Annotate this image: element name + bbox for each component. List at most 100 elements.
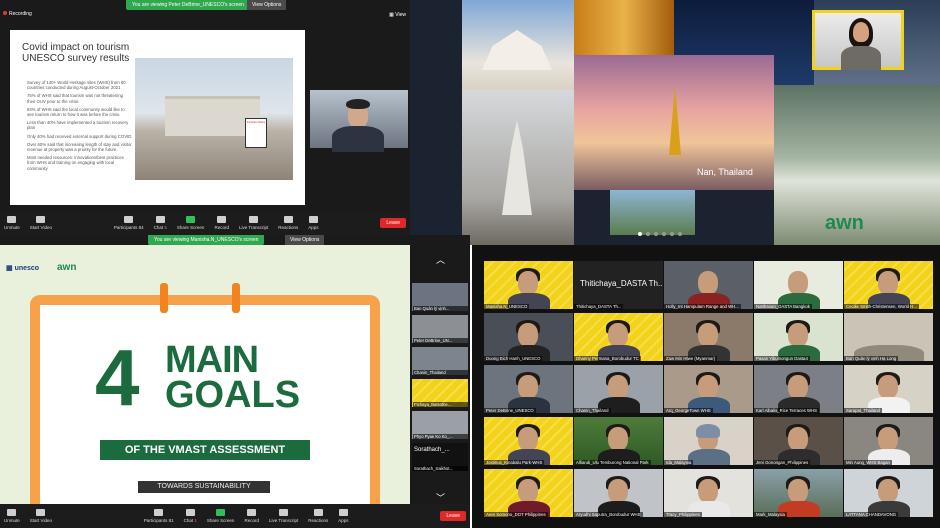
participant-thumb[interactable]: Peter DeBrine_UN... bbox=[412, 315, 468, 343]
share-screen-button[interactable]: Share Screen bbox=[177, 216, 204, 230]
live-transcript-button[interactable]: Live Transcript bbox=[239, 216, 268, 230]
participant-tile[interactable]: Chanin_Thailand bbox=[574, 365, 663, 413]
carousel-dot[interactable] bbox=[670, 232, 674, 236]
participant-tile[interactable]: Min Aung_WHS Bagan bbox=[844, 417, 933, 465]
slide-bullet: Most needed resources: innovations/best … bbox=[27, 155, 124, 171]
participant-thumb[interactable]: Chanin_Thailand bbox=[412, 347, 468, 375]
record-button[interactable]: Record bbox=[244, 509, 259, 523]
unmute-button[interactable]: Unmute bbox=[4, 509, 20, 523]
apps-button[interactable]: Apps bbox=[308, 216, 319, 230]
carousel-dot[interactable] bbox=[638, 232, 642, 236]
participant-tile[interactable]: Ban Quản lý vịnh Hạ Long bbox=[844, 313, 933, 361]
chevron-down-icon[interactable]: ﹀ bbox=[436, 491, 445, 504]
participant-tile[interactable]: Dhanny Permana_Borobudur TC bbox=[574, 313, 663, 361]
start-video-label: Start Video bbox=[29, 518, 52, 523]
reactions-button[interactable]: Reactions bbox=[278, 216, 298, 230]
carousel-dot[interactable] bbox=[662, 232, 666, 236]
participant-tile[interactable]: LATTANA CHANDAVONG bbox=[844, 469, 933, 517]
carousel-dot[interactable] bbox=[678, 232, 682, 236]
participant-tile[interactable]: Pasan Yibulnongun Dasta4 bbox=[754, 313, 843, 361]
participant-name: Sarapat_Thailand bbox=[844, 408, 882, 413]
chat-button[interactable]: Chat 1 bbox=[184, 509, 197, 523]
leave-button[interactable]: Leave bbox=[440, 511, 467, 521]
record-button[interactable]: Record bbox=[214, 216, 229, 230]
slide-photo: Important Notice bbox=[135, 58, 293, 180]
participant-name: Holly_Int Hampulam Range and WH... bbox=[664, 304, 741, 309]
recording-indicator: Recording bbox=[3, 11, 32, 17]
participant-tile[interactable]: Aryudhi Saputra_Borobudur WHS bbox=[574, 469, 663, 517]
participant-tile[interactable]: Alfiandi_Ulu Temburong National Park bbox=[574, 417, 663, 465]
participants-count: 84 bbox=[138, 225, 144, 230]
apps-icon bbox=[308, 216, 318, 223]
carousel-dots bbox=[638, 232, 682, 236]
participant-tile[interactable]: Jostinus_Kinabalu Park-WHS bbox=[484, 417, 573, 465]
live-transcript-label: Live Transcript bbox=[268, 518, 299, 523]
unmute-button[interactable]: Unmute bbox=[4, 216, 20, 230]
zoom-toolbar: Unmute Start Video Participants 81 Chat … bbox=[0, 504, 470, 528]
participant-tile[interactable]: Aren Somono_DOT Philippines bbox=[484, 469, 573, 517]
participant-thumb[interactable]: Sorathach_... Sorathach_Saikhot... bbox=[412, 443, 468, 471]
participant-tile[interactable]: Holly_Int Hampulam Range and WH... bbox=[664, 261, 753, 309]
participant-tile[interactable]: Sarapat_Thailand bbox=[844, 365, 933, 413]
shared-slide: Covid impact on tourism UNESCO survey re… bbox=[10, 30, 305, 205]
slide-subtitle: OF THE VMAST ASSESSMENT bbox=[100, 440, 310, 460]
participant-tile[interactable]: Peter DeBrine_UNESCO bbox=[484, 365, 573, 413]
head-shape bbox=[788, 427, 808, 451]
participant-tile[interactable]: Karl Albalis_Rice Terraces WHS bbox=[754, 365, 843, 413]
head-shape bbox=[608, 479, 628, 503]
participant-tile[interactable]: Ida_Malaysia bbox=[664, 417, 753, 465]
chevron-up-icon[interactable]: ︿ bbox=[436, 253, 445, 266]
head-shape bbox=[698, 271, 718, 295]
head-shape bbox=[518, 375, 538, 399]
chat-badge: 5 bbox=[164, 225, 167, 230]
speaker-video[interactable] bbox=[310, 90, 408, 152]
participant-tile[interactable]: Zaw Min Htwe (Myanmar) bbox=[664, 313, 753, 361]
presenter-face bbox=[853, 22, 869, 42]
participant-thumb[interactable]: Phyo Pyae Ko Ko_... bbox=[412, 411, 468, 439]
view-options-button[interactable]: View Options bbox=[247, 0, 287, 10]
carousel-dot[interactable] bbox=[654, 232, 658, 236]
participant-thumb[interactable]: Pichaya_Batsothe... bbox=[412, 379, 468, 407]
chat-button[interactable]: Chat 5 bbox=[154, 216, 167, 230]
start-video-button[interactable]: Start Video bbox=[30, 509, 52, 523]
participant-name: Zaw Min Htwe (Myanmar) bbox=[664, 356, 718, 361]
participant-tile[interactable]: Jeni Gonongan_Philippines bbox=[754, 417, 843, 465]
live-transcript-button[interactable]: Live Transcript bbox=[269, 509, 298, 523]
head-shape bbox=[698, 479, 718, 503]
participants-button[interactable]: Participants 84 bbox=[114, 216, 144, 230]
chat-label: Chat 1 bbox=[184, 518, 197, 523]
view-button[interactable]: ▦ View bbox=[389, 12, 406, 18]
presenter-video[interactable] bbox=[812, 10, 904, 70]
participant-thumb[interactable]: Ban Quản lý vịnh... bbox=[412, 283, 468, 311]
participants-count: 81 bbox=[168, 518, 174, 523]
slide-bullet: Less than 40% have implemented a tourism… bbox=[27, 120, 129, 131]
zoom-toolbar: Unmute Start Video Participants 84 Chat … bbox=[0, 211, 410, 235]
reactions-button[interactable]: Reactions bbox=[308, 509, 328, 523]
participant-tile[interactable]: Thitichaya_DASTA Th... Thitichaya_DASTA T… bbox=[574, 261, 663, 309]
start-video-label: Start Video bbox=[29, 225, 52, 230]
participant-tile[interactable]: Mark_Malaysia bbox=[754, 469, 843, 517]
participants-button[interactable]: Participants 81 bbox=[144, 509, 174, 523]
participant-name: Peter DeBrine_UNESCO bbox=[484, 408, 536, 413]
participant-tile[interactable]: Natthanan_DASTA Bangkok bbox=[754, 261, 843, 309]
participant-tile[interactable]: Cecilie Smith-Christensen, World H... bbox=[844, 261, 933, 309]
head-shape bbox=[608, 427, 628, 451]
notice-sign: Important Notice bbox=[245, 118, 267, 148]
share-screen-button[interactable]: Share Screen bbox=[206, 509, 235, 523]
participant-tile[interactable]: Duong Bich Hanh_UNESCO bbox=[484, 313, 573, 361]
view-options-button[interactable]: View Options bbox=[285, 235, 325, 245]
leave-button[interactable]: Leave bbox=[380, 218, 407, 228]
unmute-label: Unmute bbox=[4, 225, 20, 230]
participant-tile[interactable]: Arq_GeorgeTown WHS bbox=[664, 365, 753, 413]
cc-icon bbox=[249, 216, 259, 223]
carousel-dot[interactable] bbox=[646, 232, 650, 236]
participant-tile[interactable]: Manisha.N_UNESCO bbox=[484, 261, 573, 309]
unesco-logo-text: unesco bbox=[14, 265, 40, 272]
share-screen-icon bbox=[186, 216, 196, 223]
start-video-button[interactable]: Start Video bbox=[30, 216, 52, 230]
participant-name: Mark_Malaysia bbox=[754, 512, 787, 517]
apps-button[interactable]: Apps bbox=[338, 509, 349, 523]
share-screen-label: Share Screen bbox=[206, 518, 235, 523]
participant-tile[interactable]: Tracy_Philippines bbox=[664, 469, 753, 517]
participant-name-large: Thitichaya_DASTA Th... bbox=[580, 279, 663, 288]
